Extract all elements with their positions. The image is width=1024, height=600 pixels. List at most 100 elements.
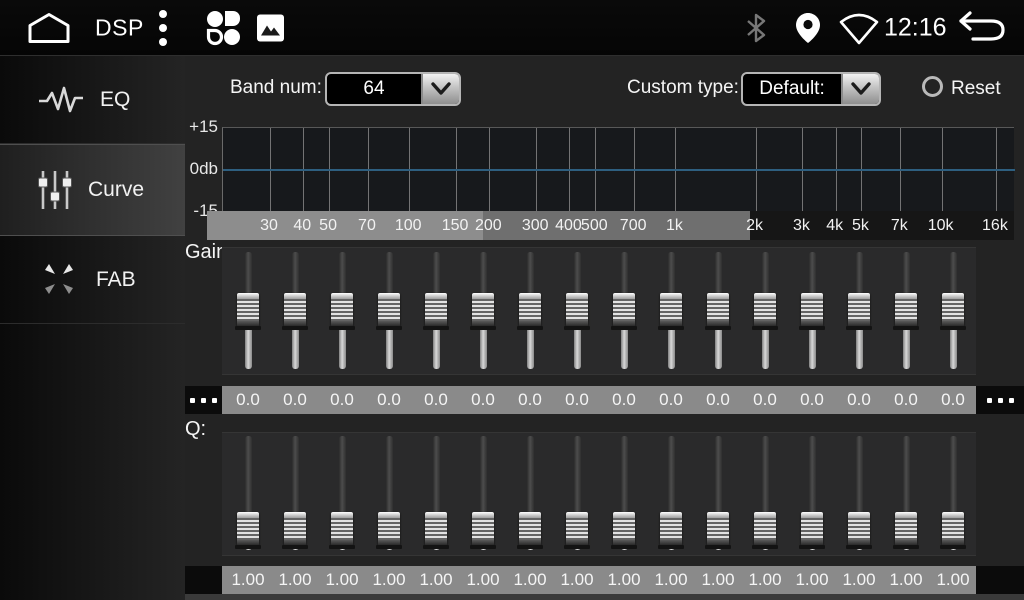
- slider-knob[interactable]: [801, 293, 823, 327]
- frequency-tick-label: 40: [293, 211, 311, 240]
- slider-knob[interactable]: [331, 512, 353, 546]
- gain-slider[interactable]: [703, 247, 733, 375]
- frequency-tick-label: 30: [260, 211, 278, 240]
- back-icon[interactable]: [953, 8, 1007, 48]
- q-slider[interactable]: [562, 432, 592, 556]
- gain-slider[interactable]: [562, 247, 592, 375]
- q-slider[interactable]: [938, 432, 968, 556]
- q-row-left-block: [185, 566, 222, 594]
- more-bands-right-button[interactable]: [976, 386, 1024, 414]
- slider-knob[interactable]: [801, 512, 823, 546]
- slider-knob[interactable]: [660, 512, 682, 546]
- slider-knob[interactable]: [942, 512, 964, 546]
- slider-knob[interactable]: [519, 293, 541, 327]
- slider-knob[interactable]: [472, 512, 494, 546]
- q-slider[interactable]: [421, 432, 451, 556]
- reset-radio[interactable]: [922, 76, 943, 97]
- slider-knob-flange: [940, 545, 966, 549]
- slider-knob[interactable]: [425, 512, 447, 546]
- gain-slider-bank: [222, 247, 976, 375]
- slider-knob[interactable]: [284, 293, 306, 327]
- gain-slider[interactable]: [844, 247, 874, 375]
- slider-knob[interactable]: [848, 512, 870, 546]
- slider-track-upper: [856, 252, 863, 293]
- q-slider[interactable]: [468, 432, 498, 556]
- q-slider-bank: [222, 432, 976, 556]
- slider-knob[interactable]: [613, 512, 635, 546]
- slider-knob[interactable]: [754, 512, 776, 546]
- q-slider[interactable]: [280, 432, 310, 556]
- slider-track-upper: [433, 436, 440, 512]
- slider-knob[interactable]: [707, 512, 729, 546]
- slider-knob[interactable]: [331, 293, 353, 327]
- slider-knob[interactable]: [425, 293, 447, 327]
- chevron-down-icon[interactable]: [421, 74, 459, 104]
- gain-slider[interactable]: [515, 247, 545, 375]
- slider-knob[interactable]: [378, 512, 400, 546]
- slider-knob[interactable]: [942, 293, 964, 327]
- q-slider[interactable]: [703, 432, 733, 556]
- sidebar-item-fab[interactable]: FAB: [0, 236, 185, 324]
- q-value-row: 1.001.001.001.001.001.001.001.001.001.00…: [185, 566, 1024, 594]
- slider-track-upper: [527, 436, 534, 512]
- slider-knob[interactable]: [895, 512, 917, 546]
- bottom-scroll-bar[interactable]: [185, 594, 1024, 600]
- slider-track-lower: [950, 329, 957, 369]
- overflow-menu-icon[interactable]: [158, 9, 168, 47]
- slider-knob-flange: [752, 326, 778, 330]
- slider-knob[interactable]: [519, 512, 541, 546]
- slider-knob[interactable]: [237, 293, 259, 327]
- q-value: 1.00: [231, 566, 264, 594]
- chevron-down-icon[interactable]: [841, 74, 879, 104]
- q-slider[interactable]: [797, 432, 827, 556]
- slider-knob[interactable]: [378, 293, 400, 327]
- sidebar-item-eq[interactable]: EQ: [0, 56, 185, 144]
- gain-slider[interactable]: [609, 247, 639, 375]
- gain-slider[interactable]: [421, 247, 451, 375]
- slider-knob[interactable]: [566, 512, 588, 546]
- band-num-select[interactable]: 64: [325, 72, 461, 106]
- slider-knob[interactable]: [472, 293, 494, 327]
- slider-knob-flange: [235, 545, 261, 549]
- gain-value: 0.0: [330, 386, 354, 414]
- sidebar-item-curve[interactable]: Curve: [0, 144, 185, 236]
- gallery-icon[interactable]: [257, 14, 284, 41]
- gain-slider[interactable]: [468, 247, 498, 375]
- slider-knob-flange: [705, 545, 731, 549]
- gain-slider[interactable]: [797, 247, 827, 375]
- gain-slider[interactable]: [374, 247, 404, 375]
- more-bands-left-button[interactable]: [185, 386, 222, 414]
- frequency-tick-label: 500: [581, 211, 608, 240]
- gain-slider[interactable]: [891, 247, 921, 375]
- apps-icon[interactable]: [203, 8, 243, 48]
- gain-slider[interactable]: [938, 247, 968, 375]
- q-slider[interactable]: [844, 432, 874, 556]
- slider-knob[interactable]: [754, 293, 776, 327]
- q-slider[interactable]: [656, 432, 686, 556]
- q-slider[interactable]: [750, 432, 780, 556]
- slider-knob-flange: [799, 326, 825, 330]
- home-icon[interactable]: [26, 11, 72, 44]
- slider-knob[interactable]: [707, 293, 729, 327]
- q-slider[interactable]: [233, 432, 263, 556]
- q-slider[interactable]: [891, 432, 921, 556]
- slider-knob[interactable]: [284, 512, 306, 546]
- q-slider[interactable]: [609, 432, 639, 556]
- gain-slider[interactable]: [656, 247, 686, 375]
- slider-knob[interactable]: [613, 293, 635, 327]
- q-slider[interactable]: [327, 432, 357, 556]
- slider-knob[interactable]: [566, 293, 588, 327]
- custom-type-select[interactable]: Default:: [741, 72, 881, 106]
- gain-slider[interactable]: [327, 247, 357, 375]
- q-slider[interactable]: [374, 432, 404, 556]
- eq-response-plot: [222, 127, 1014, 211]
- gain-value: 0.0: [424, 386, 448, 414]
- gain-slider[interactable]: [233, 247, 263, 375]
- slider-knob[interactable]: [848, 293, 870, 327]
- gain-slider[interactable]: [280, 247, 310, 375]
- gain-slider[interactable]: [750, 247, 780, 375]
- q-slider[interactable]: [515, 432, 545, 556]
- slider-knob[interactable]: [895, 293, 917, 327]
- slider-knob[interactable]: [660, 293, 682, 327]
- slider-knob[interactable]: [237, 512, 259, 546]
